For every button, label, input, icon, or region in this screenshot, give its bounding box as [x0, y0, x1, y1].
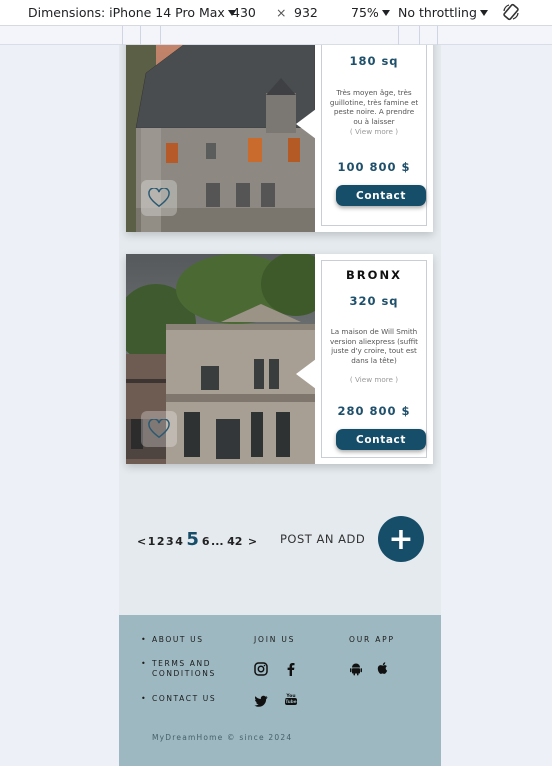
listing-price: 280 800 $	[337, 404, 411, 418]
pagination-ellipsis: ...	[211, 535, 224, 548]
instagram-icon[interactable]	[254, 662, 268, 676]
listing-card: BRONX 320 sq La maison de Will Smith ver…	[126, 254, 433, 464]
view-more-link[interactable]: ( View more )	[322, 127, 426, 136]
next-page-button[interactable]: >	[248, 535, 257, 548]
android-icon[interactable]	[349, 662, 363, 676]
our-app-heading: OUR APP	[349, 635, 395, 644]
page-link[interactable]: 2	[157, 535, 165, 548]
footer: ABOUT US TERMS AND CONDITIONS CONTACT US…	[119, 615, 441, 766]
height-input[interactable]: 932	[294, 5, 318, 20]
listing-description: Très moyen âge, très guillotine, très fa…	[329, 88, 419, 126]
view-more-link[interactable]: ( View more )	[322, 375, 426, 384]
page-link[interactable]: 6	[202, 535, 210, 548]
pagination: < 1 2 3 4 5 6 ... 42 >	[137, 529, 259, 550]
zoom-select[interactable]: 75%	[351, 5, 390, 20]
times-sign: ×	[276, 5, 287, 20]
copyright: MyDreamHome © since 2024	[152, 733, 293, 742]
zoom-label: 75%	[351, 5, 379, 20]
listing-info: 180 sq Très moyen âge, très guillotine, …	[321, 45, 427, 226]
listing-title: BRONX	[346, 268, 402, 282]
footer-link-terms[interactable]: TERMS AND CONDITIONS	[141, 659, 231, 679]
plus-icon: +	[388, 521, 414, 557]
favorite-button[interactable]	[141, 411, 177, 447]
post-ad-button[interactable]: +	[378, 516, 424, 562]
throttling-label: No throttling	[398, 5, 477, 20]
width-input[interactable]: 430	[232, 5, 256, 20]
current-page: 5	[186, 529, 199, 550]
page-link[interactable]: 3	[166, 535, 174, 548]
apple-icon[interactable]	[376, 661, 390, 675]
chevron-down-icon	[381, 9, 390, 16]
youtube-icon[interactable]: You Tube	[284, 692, 298, 706]
listing-card: 180 sq Très moyen âge, très guillotine, …	[126, 45, 433, 232]
listing-size: 180 sq	[349, 54, 399, 68]
favorite-button[interactable]	[141, 180, 177, 216]
throttling-select[interactable]: No throttling	[398, 5, 488, 20]
footer-link-contact[interactable]: CONTACT US	[141, 694, 231, 704]
twitter-icon[interactable]	[254, 694, 268, 708]
heart-icon	[148, 188, 170, 208]
contact-button[interactable]: Contact	[336, 185, 426, 206]
page-link[interactable]: 4	[175, 535, 183, 548]
house-photo	[126, 45, 315, 232]
svg-text:Tube: Tube	[285, 699, 296, 704]
media-query-ruler	[0, 26, 552, 45]
facebook-icon[interactable]	[284, 662, 298, 676]
page-link[interactable]: 1	[148, 535, 156, 548]
chevron-down-icon	[479, 9, 488, 16]
post-ad-label: POST AN ADD	[280, 532, 366, 546]
page-link[interactable]: 42	[227, 535, 242, 548]
devtools-toolbar: Dimensions: iPhone 14 Pro Max 430 × 932 …	[0, 0, 552, 26]
device-label: Dimensions: iPhone 14 Pro Max	[28, 5, 225, 20]
listing-description: La maison de Will Smith version aliexpre…	[330, 327, 418, 365]
heart-icon	[148, 419, 170, 439]
listing-info: BRONX 320 sq La maison de Will Smith ver…	[321, 260, 427, 458]
rotate-icon[interactable]	[501, 2, 521, 22]
prev-page-button[interactable]: <	[137, 535, 146, 548]
listing-price: 100 800 $	[337, 160, 411, 174]
join-us-heading: JOIN US	[254, 635, 296, 644]
house-photo	[126, 254, 315, 464]
footer-link-about[interactable]: ABOUT US	[141, 635, 231, 645]
device-viewport: 180 sq Très moyen âge, très guillotine, …	[119, 45, 441, 766]
listing-size: 320 sq	[349, 294, 399, 308]
contact-button[interactable]: Contact	[336, 429, 426, 450]
device-select[interactable]: Dimensions: iPhone 14 Pro Max	[28, 5, 236, 20]
